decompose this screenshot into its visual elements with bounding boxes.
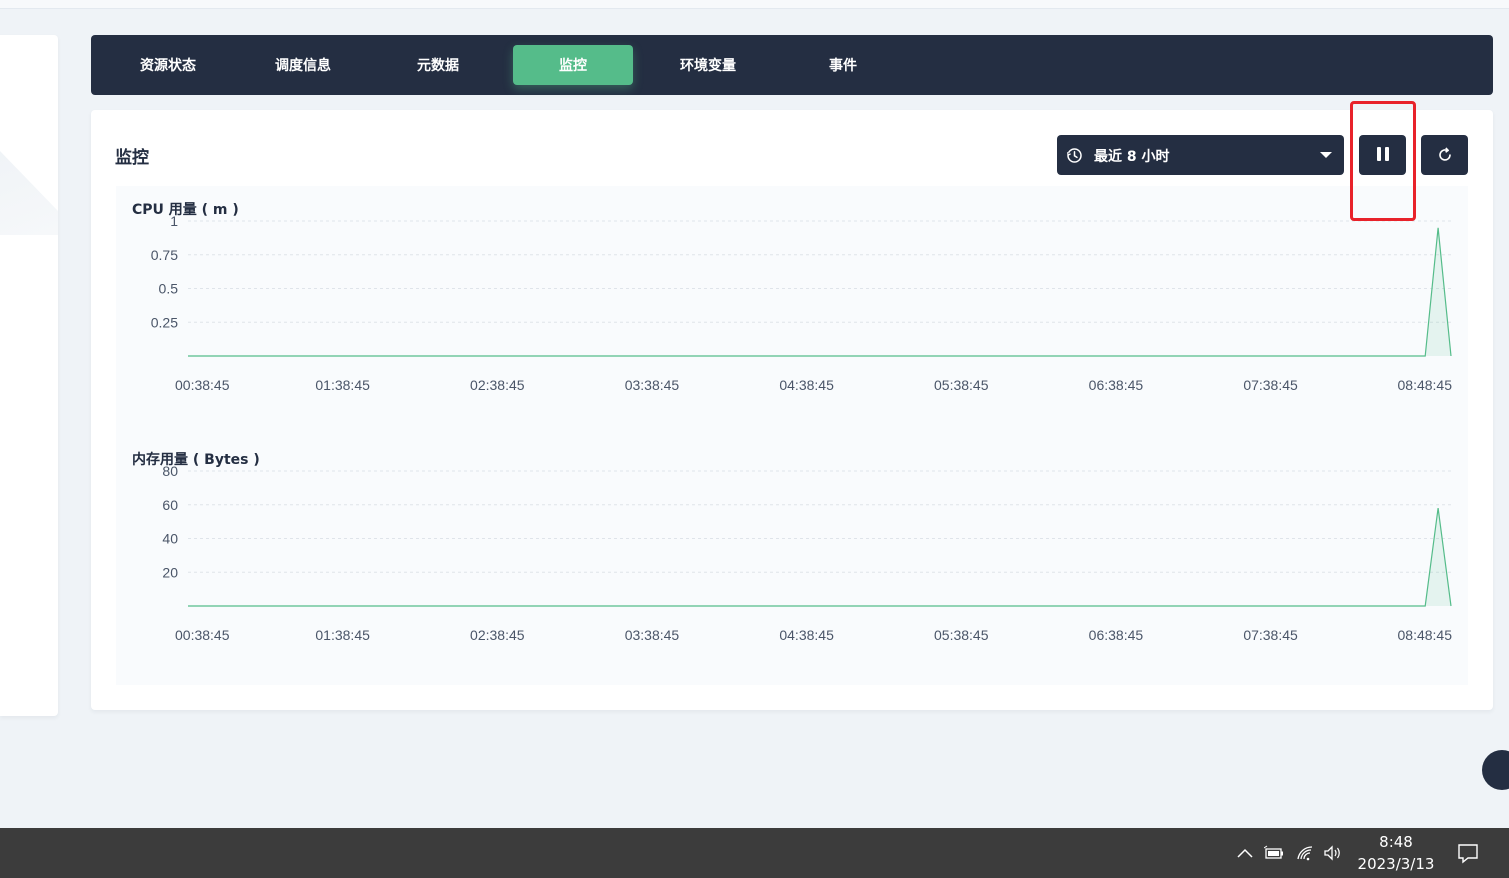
y-tick-label: 0.25 [151, 314, 178, 330]
series-area [188, 508, 1451, 606]
battery-icon[interactable] [1264, 844, 1284, 862]
refresh-icon [1438, 147, 1451, 161]
y-tick-label: 1 [170, 213, 178, 229]
x-tick-label: 03:38:45 [625, 627, 680, 643]
y-tick-label: 0.5 [159, 281, 179, 297]
tab-environment-variables[interactable]: 环境变量 [648, 45, 768, 85]
panel-title: 监控 [115, 148, 149, 168]
x-tick-label: 08:48:45 [1398, 627, 1453, 643]
taskbar-date[interactable]: 2023/3/13 [1355, 854, 1437, 874]
y-tick-label: 40 [162, 531, 178, 547]
series-area [188, 227, 1451, 356]
tab-monitoring[interactable]: 监控 [513, 45, 633, 85]
pause-highlight-annotation [1350, 101, 1416, 221]
x-tick-label: 05:38:45 [934, 377, 989, 393]
top-strip [0, 0, 1509, 9]
refresh-button[interactable] [1421, 135, 1468, 175]
memory-usage-chart: 内存用量 ( Bytes ) 80 60 40 20 00:38:45 01:38:45 0… [116, 436, 1468, 685]
x-tick-label: 01:38:45 [315, 377, 370, 393]
memory-chart-plot: 80 60 40 20 00:38:45 01:38:45 02:38:45 03:38:45… [162, 463, 1453, 643]
x-tick-label: 03:38:45 [625, 377, 680, 393]
y-tick-label: 0.75 [151, 247, 178, 263]
wifi-icon[interactable] [1296, 844, 1316, 862]
tab-resource-status[interactable]: 资源状态 [108, 45, 228, 85]
x-tick-label: 04:38:45 [779, 377, 834, 393]
x-tick-label: 02:38:45 [470, 377, 525, 393]
series-line [188, 227, 1452, 357]
cpu-chart-plot: 1 0.75 0.5 0.25 00:38:45 01:38:45 02:38:45 03:3… [151, 213, 1453, 393]
floating-tools-handle[interactable] [1482, 750, 1509, 790]
x-tick-label: 06:38:45 [1089, 377, 1144, 393]
x-tick-label: 05:38:45 [934, 627, 989, 643]
x-tick-label: 00:38:45 [175, 377, 230, 393]
y-tick-label: 60 [162, 497, 178, 513]
x-tick-label: 07:38:45 [1243, 377, 1298, 393]
x-tick-label: 01:38:45 [315, 627, 370, 643]
monitoring-panel: 监控 最近 8 小时 CPU 用量 ( m ) 1 0.75 0.5 0.25 00:3… [91, 110, 1493, 710]
x-tick-label: 07:38:45 [1243, 627, 1298, 643]
detail-tab-bar: 资源状态 调度信息 元数据 监控 环境变量 事件 [91, 35, 1493, 95]
x-tick-label: 04:38:45 [779, 627, 834, 643]
y-tick-label: 20 [162, 564, 178, 580]
cpu-usage-chart: CPU 用量 ( m ) 1 0.75 0.5 0.25 00:38:45 01:38:4… [116, 186, 1468, 436]
volume-icon[interactable] [1323, 844, 1343, 862]
card-decoration [0, 151, 58, 235]
clock-icon [1067, 148, 1082, 163]
time-range-select[interactable]: 最近 8 小时 [1057, 135, 1344, 175]
series-line [188, 508, 1452, 607]
x-tick-label: 02:38:45 [470, 627, 525, 643]
left-info-card [0, 35, 58, 716]
taskbar-time[interactable]: 8:48 [1358, 832, 1434, 852]
windows-taskbar: 8:48 2023/3/13 [0, 828, 1509, 878]
tab-events[interactable]: 事件 [783, 45, 903, 85]
x-tick-label: 08:48:45 [1398, 377, 1453, 393]
time-range-label: 最近 8 小时 [1094, 149, 1170, 165]
x-tick-label: 06:38:45 [1089, 627, 1144, 643]
tab-metadata[interactable]: 元数据 [378, 45, 498, 85]
caret-down-icon [1320, 152, 1332, 158]
y-tick-label: 80 [162, 463, 178, 479]
tab-scheduling-info[interactable]: 调度信息 [243, 45, 363, 85]
chevron-up-icon[interactable] [1235, 844, 1255, 862]
x-tick-label: 00:38:45 [175, 627, 230, 643]
notification-icon[interactable] [1456, 842, 1480, 864]
